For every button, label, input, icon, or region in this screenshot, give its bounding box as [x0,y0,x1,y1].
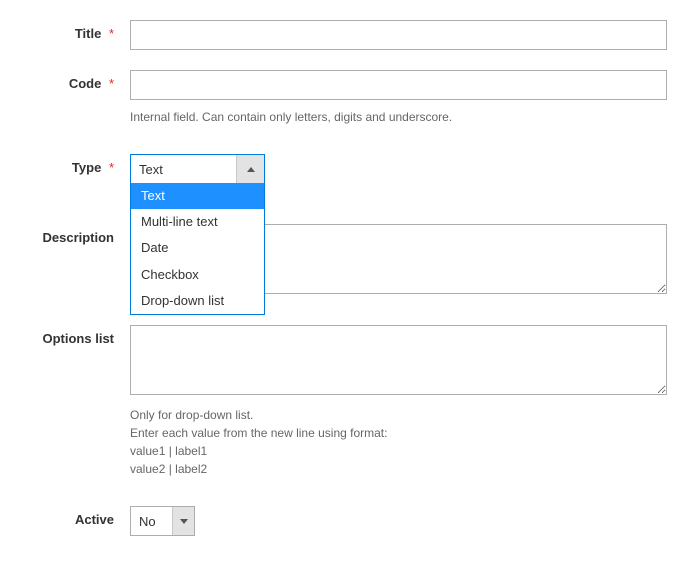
type-select-value: Text [131,155,236,183]
label-type: Type * [10,154,130,175]
type-select[interactable]: Text Text Multi-line text Date Checkbox … [130,154,265,184]
options-hint-line4: value2 | label2 [130,460,667,478]
required-asterisk: * [109,76,114,91]
label-code: Code * [10,70,130,91]
hint-options-list: Only for drop-down list. Enter each valu… [10,406,667,478]
chevron-down-icon[interactable] [172,507,194,535]
field-active: No [130,506,667,536]
label-active: Active [10,506,130,527]
required-asterisk: * [109,160,114,175]
row-type: Type * Text Text Multi-line text Date Ch… [10,154,667,184]
active-select[interactable]: No [130,506,195,536]
title-input[interactable] [130,20,667,50]
label-options-list-text: Options list [43,331,115,346]
type-option-multiline[interactable]: Multi-line text [131,209,264,235]
type-option-date[interactable]: Date [131,235,264,261]
field-options-list [130,325,667,398]
label-options-list: Options list [10,325,130,346]
type-option-text[interactable]: Text [131,183,264,209]
label-title: Title * [10,20,130,41]
code-input[interactable] [130,70,667,100]
active-select-value: No [131,507,172,535]
row-title: Title * [10,20,667,50]
hint-code: Internal field. Can contain only letters… [10,108,667,126]
options-hint-line2: Enter each value from the new line using… [130,424,667,442]
chevron-up-icon[interactable] [236,155,264,183]
options-hint-line3: value1 | label1 [130,442,667,460]
active-select-display[interactable]: No [130,506,195,536]
code-hint-text: Internal field. Can contain only letters… [130,108,667,126]
options-list-input[interactable] [130,325,667,395]
row-code: Code * [10,70,667,100]
label-active-text: Active [75,512,114,527]
label-type-text: Type [72,160,101,175]
required-asterisk: * [109,26,114,41]
label-code-text: Code [69,76,102,91]
field-type: Text Text Multi-line text Date Checkbox … [130,154,667,184]
type-option-checkbox[interactable]: Checkbox [131,262,264,288]
field-title [130,20,667,50]
options-list-hint: Only for drop-down list. Enter each valu… [130,406,667,478]
label-title-text: Title [75,26,102,41]
options-hint-line1: Only for drop-down list. [130,406,667,424]
field-code [130,70,667,100]
row-active: Active No [10,506,667,536]
type-option-dropdown[interactable]: Drop-down list [131,288,264,314]
type-select-display[interactable]: Text [130,154,265,184]
type-select-menu: Text Multi-line text Date Checkbox Drop-… [130,183,265,315]
row-options-list: Options list [10,325,667,398]
label-description: Description [10,224,130,245]
label-description-text: Description [42,230,114,245]
row-description: Description [10,224,667,297]
